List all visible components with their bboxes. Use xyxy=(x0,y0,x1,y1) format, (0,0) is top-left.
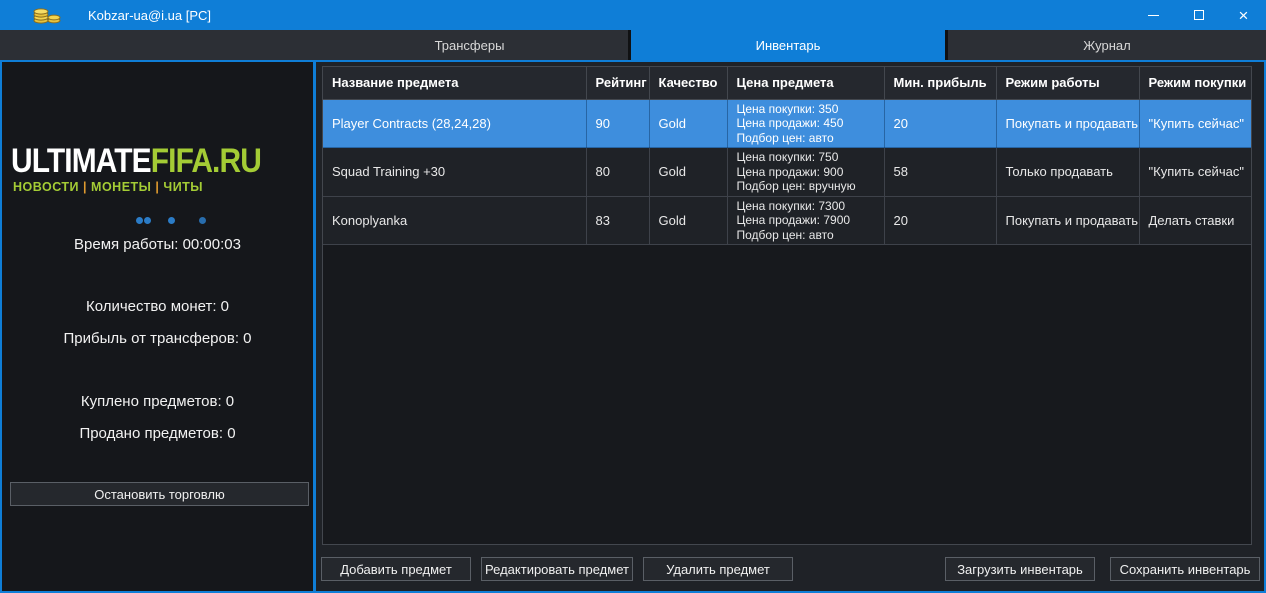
table-header-row: Название предмета Рейтинг Качество Цена … xyxy=(323,67,1252,99)
price-sell-line: Цена продажи: 900 xyxy=(737,165,878,180)
carousel-dot[interactable] xyxy=(136,217,143,224)
column-header-buy-mode[interactable]: Режим покупки xyxy=(1139,67,1252,99)
delete-item-button[interactable]: Удалить предмет xyxy=(643,557,793,581)
close-button[interactable]: × xyxy=(1221,0,1266,30)
minimize-button[interactable] xyxy=(1131,0,1176,30)
stop-trading-button[interactable]: Остановить торговлю xyxy=(10,482,309,506)
table-row[interactable]: Squad Training +30 80 Gold Цена покупки:… xyxy=(323,148,1252,197)
subtitle-coins: МОНЕТЫ xyxy=(91,180,151,194)
cell-quality: Gold xyxy=(649,148,727,197)
inventory-table: Название предмета Рейтинг Качество Цена … xyxy=(323,67,1252,245)
ultimatefifa-banner[interactable]: ULTIMATEFIFA.RU НОВОСТИ|МОНЕТЫ|ЧИТЫ xyxy=(2,142,313,212)
column-header-price[interactable]: Цена предмета xyxy=(727,67,884,99)
banner-subtitle: НОВОСТИ|МОНЕТЫ|ЧИТЫ xyxy=(13,180,203,194)
window-controls: × xyxy=(1131,0,1266,30)
subtitle-news: НОВОСТИ xyxy=(13,180,79,194)
column-header-name[interactable]: Название предмета xyxy=(323,67,586,99)
cell-name: Player Contracts (28,24,28) xyxy=(323,99,586,148)
app-window: Kobzar-ua@i.ua [PC] × Трансферы Инвентар… xyxy=(0,0,1266,593)
subtitle-cheats: ЧИТЫ xyxy=(163,180,203,194)
cell-min-profit: 20 xyxy=(884,196,996,245)
price-buy-line: Цена покупки: 7300 xyxy=(737,199,878,214)
tab-inventory[interactable]: Инвентарь xyxy=(631,30,945,60)
cell-name: Squad Training +30 xyxy=(323,148,586,197)
cell-price: Цена покупки: 7300 Цена продажи: 7900 По… xyxy=(727,196,884,245)
maximize-button[interactable] xyxy=(1176,0,1221,30)
carousel-dot[interactable] xyxy=(168,217,175,224)
cell-rating: 90 xyxy=(586,99,649,148)
cell-quality: Gold xyxy=(649,196,727,245)
logo-text-green: FIFA.RU xyxy=(151,142,261,180)
carousel-dot[interactable] xyxy=(199,217,206,224)
save-inventory-button[interactable]: Сохранить инвентарь xyxy=(1110,557,1260,581)
table-row[interactable]: Konoplyanka 83 Gold Цена покупки: 7300 Ц… xyxy=(323,196,1252,245)
cell-name: Konoplyanka xyxy=(323,196,586,245)
sidebar: ULTIMATEFIFA.RU НОВОСТИ|МОНЕТЫ|ЧИТЫ Врем… xyxy=(2,62,313,591)
coins-icon xyxy=(32,7,62,24)
stat-items-sold: Продано предметов: 0 xyxy=(2,425,313,442)
price-mode-line: Подбор цен: авто xyxy=(737,131,878,146)
tab-journal[interactable]: Журнал xyxy=(948,30,1266,60)
carousel-dot[interactable] xyxy=(144,217,151,224)
cell-quality: Gold xyxy=(649,99,727,148)
close-icon: × xyxy=(1239,7,1249,24)
cell-buy-mode: Делать ставки xyxy=(1139,196,1252,245)
cell-price: Цена покупки: 750 Цена продажи: 900 Подб… xyxy=(727,148,884,197)
title-bar: Kobzar-ua@i.ua [PC] × xyxy=(0,0,1266,30)
cell-min-profit: 58 xyxy=(884,148,996,197)
tab-bar-filler xyxy=(0,30,311,60)
load-inventory-button[interactable]: Загрузить инвентарь xyxy=(945,557,1095,581)
column-header-work-mode[interactable]: Режим работы xyxy=(996,67,1139,99)
stat-coin-count: Количество монет: 0 xyxy=(2,298,313,315)
tab-transfers[interactable]: Трансферы xyxy=(311,30,628,60)
cell-rating: 83 xyxy=(586,196,649,245)
cell-work-mode: Только продавать xyxy=(996,148,1139,197)
inventory-table-container: Название предмета Рейтинг Качество Цена … xyxy=(322,66,1252,545)
subtitle-separator: | xyxy=(151,180,163,194)
add-item-button[interactable]: Добавить предмет xyxy=(321,557,471,581)
cell-work-mode: Покупать и продавать xyxy=(996,99,1139,148)
cell-work-mode: Покупать и продавать xyxy=(996,196,1139,245)
maximize-icon xyxy=(1194,10,1204,20)
price-sell-line: Цена продажи: 7900 xyxy=(737,213,878,228)
price-buy-line: Цена покупки: 350 xyxy=(737,102,878,117)
stat-uptime: Время работы: 00:00:03 xyxy=(2,236,313,253)
price-mode-line: Подбор цен: вручную xyxy=(737,179,878,194)
column-header-quality[interactable]: Качество xyxy=(649,67,727,99)
cell-min-profit: 20 xyxy=(884,99,996,148)
table-row[interactable]: Player Contracts (28,24,28) 90 Gold Цена… xyxy=(323,99,1252,148)
stat-transfer-profit: Прибыль от трансферов: 0 xyxy=(2,330,313,347)
window-title: Kobzar-ua@i.ua [PC] xyxy=(88,8,211,23)
price-buy-line: Цена покупки: 750 xyxy=(737,150,878,165)
inventory-pane: Название предмета Рейтинг Качество Цена … xyxy=(316,62,1264,591)
column-header-rating[interactable]: Рейтинг xyxy=(586,67,649,99)
cell-rating: 80 xyxy=(586,148,649,197)
cell-price: Цена покупки: 350 Цена продажи: 450 Подб… xyxy=(727,99,884,148)
logo-text-white: ULTIMATE xyxy=(11,142,151,180)
price-sell-line: Цена продажи: 450 xyxy=(737,116,878,131)
banner-logo: ULTIMATEFIFA.RU xyxy=(11,142,261,181)
cell-buy-mode: "Купить сейчас" xyxy=(1139,148,1252,197)
price-mode-line: Подбор цен: авто xyxy=(737,228,878,243)
tab-bar: Трансферы Инвентарь Журнал xyxy=(0,30,1266,60)
column-header-min-profit[interactable]: Мин. прибыль xyxy=(884,67,996,99)
minimize-icon xyxy=(1148,15,1159,16)
stat-items-bought: Куплено предметов: 0 xyxy=(2,393,313,410)
subtitle-separator: | xyxy=(79,180,91,194)
edit-item-button[interactable]: Редактировать предмет xyxy=(481,557,633,581)
cell-buy-mode: "Купить сейчас" xyxy=(1139,99,1252,148)
